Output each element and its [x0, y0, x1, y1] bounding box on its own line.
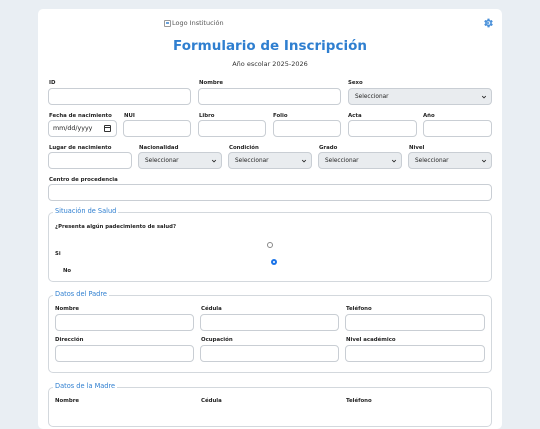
acta-input[interactable] [348, 120, 417, 137]
chevron-down-icon [481, 95, 487, 99]
page-title: Formulario de Inscripción [173, 38, 367, 54]
madre-fieldset [48, 387, 492, 427]
folio-input[interactable] [273, 120, 341, 137]
sexo-select-value: Seleccionar [355, 93, 389, 100]
salud-radio-no[interactable] [271, 259, 277, 265]
nivel-label: Nivel [409, 145, 425, 151]
nacionalidad-select-value: Seleccionar [145, 157, 179, 164]
nombre-input[interactable] [198, 88, 341, 105]
grado-select[interactable]: Seleccionar [318, 152, 402, 169]
madre-cedula-label: Cédula [201, 398, 222, 404]
grado-label: Grado [319, 145, 338, 151]
madre-nombre-label: Nombre [55, 398, 80, 404]
padre-nivel-label: Nivel académico [346, 337, 396, 343]
padre-direccion-label: Dirección [55, 337, 84, 343]
padre-nivel-academico-input[interactable] [345, 345, 485, 362]
nivel-select[interactable]: Seleccionar [408, 152, 492, 169]
madre-telefono-label: Teléfono [346, 398, 372, 404]
acta-label: Acta [348, 113, 362, 119]
anio-label: Año [423, 113, 435, 119]
chevron-down-icon [481, 159, 487, 163]
gear-icon[interactable] [482, 17, 494, 29]
nacionalidad-select[interactable]: Seleccionar [138, 152, 222, 169]
padre-nombre-label: Nombre [55, 306, 80, 312]
salud-radio-si[interactable] [267, 242, 273, 248]
id-label: ID [49, 80, 56, 86]
nombre-label: Nombre [199, 80, 224, 86]
condicion-select[interactable]: Seleccionar [228, 152, 312, 169]
padre-ocupacion-input[interactable] [200, 345, 339, 362]
padre-telefono-input[interactable] [345, 314, 485, 331]
padre-telefono-label: Teléfono [346, 306, 372, 312]
fecha-placeholder: mm/dd/yyyy [53, 125, 93, 132]
fecha-nacimiento-input[interactable]: mm/dd/yyyy [48, 120, 117, 137]
padre-cedula-input[interactable] [200, 314, 339, 331]
centro-label: Centro de procedencia [49, 177, 118, 183]
sexo-label: Sexo [348, 80, 363, 86]
folio-label: Folio [273, 113, 288, 119]
centro-procedencia-input[interactable] [48, 184, 492, 201]
sexo-select[interactable]: Seleccionar [348, 88, 492, 105]
nui-input[interactable] [123, 120, 191, 137]
logo-alt-text: Logo Institución [172, 19, 224, 27]
salud-question: ¿Presenta algún padecimiento de salud? [55, 224, 177, 230]
padre-legend: Datos del Padre [53, 290, 109, 298]
condicion-select-value: Seleccionar [235, 157, 269, 164]
padre-nombre-input[interactable] [55, 314, 194, 331]
chevron-down-icon [391, 159, 397, 163]
institution-logo: Logo Institución [164, 19, 224, 27]
nui-label: NUI [124, 113, 135, 119]
lugar-nacimiento-input[interactable] [48, 152, 132, 169]
padre-direccion-input[interactable] [55, 345, 194, 362]
lugar-label: Lugar de nacimiento [49, 145, 112, 151]
padre-ocupacion-label: Ocupación [201, 337, 233, 343]
fecha-label: Fecha de nacimiento [49, 113, 112, 119]
nacionalidad-label: Nacionalidad [139, 145, 179, 151]
anio-input[interactable] [423, 120, 492, 137]
grado-select-value: Seleccionar [325, 157, 359, 164]
condicion-label: Condición [229, 145, 259, 151]
broken-image-icon [164, 19, 171, 27]
chevron-down-icon [211, 159, 217, 163]
nivel-select-value: Seleccionar [415, 157, 449, 164]
salud-option-no-label: No [63, 268, 72, 274]
salud-option-si-label: Si [55, 251, 61, 257]
madre-legend: Datos de la Madre [53, 382, 118, 390]
id-input[interactable] [48, 88, 191, 105]
salud-legend: Situación de Salud [53, 207, 119, 215]
chevron-down-icon [301, 159, 307, 163]
calendar-icon[interactable] [104, 125, 111, 132]
padre-cedula-label: Cédula [201, 306, 222, 312]
libro-input[interactable] [198, 120, 266, 137]
page-subtitle: Año escolar 2025-2026 [232, 60, 308, 68]
libro-label: Libro [199, 113, 215, 119]
